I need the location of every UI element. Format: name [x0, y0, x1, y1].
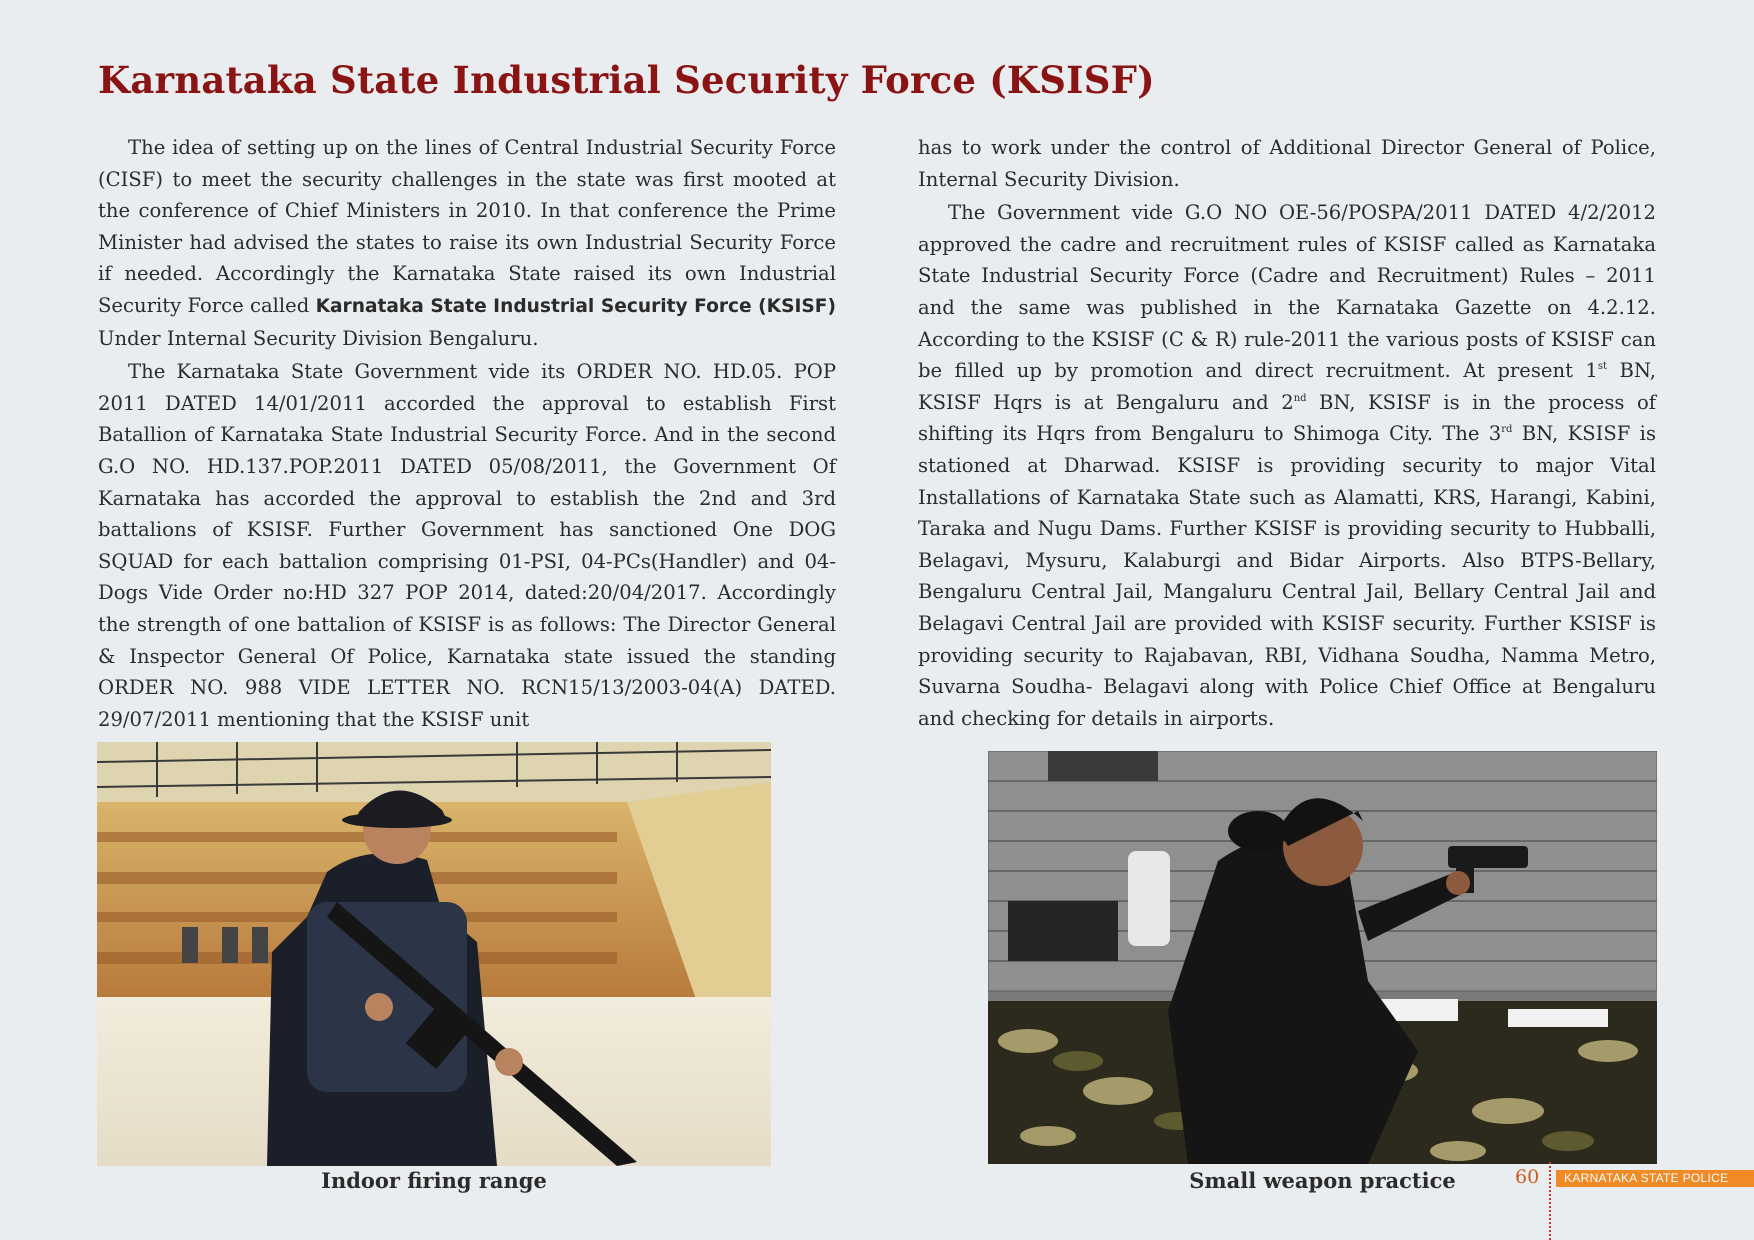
photo-caption: Indoor firing range	[321, 1168, 547, 1193]
footer-banner: KARNATAKA STATE POLICE	[1556, 1170, 1754, 1187]
superscript: nd	[1293, 392, 1307, 404]
superscript: st	[1597, 361, 1608, 373]
paragraph: The idea of setting up on the lines of C…	[98, 132, 836, 354]
left-text-column: The idea of setting up on the lines of C…	[98, 132, 836, 737]
paragraph: The Government vide G.O NO OE-56/POSPA/2…	[918, 197, 1656, 734]
right-text-column: has to work under the control of Additio…	[918, 132, 1656, 736]
paragraph: The Karnataka State Government vide its …	[98, 360, 836, 731]
weapon-practice-photo	[988, 751, 1657, 1164]
footer-divider	[1549, 1162, 1551, 1240]
paragraph-text: The idea of setting up on the lines of C…	[98, 136, 836, 317]
page-title: Karnataka State Industrial Security Forc…	[98, 58, 1155, 102]
firing-range-photo	[97, 742, 771, 1166]
paragraph-text: The Government vide G.O NO OE-56/POSPA/2…	[918, 201, 1656, 383]
paragraph-text: Under Internal Security Division Bengalu…	[98, 326, 539, 350]
superscript: rd	[1501, 424, 1513, 436]
page-number: 60	[1515, 1166, 1540, 1188]
paragraph: has to work under the control of Additio…	[918, 136, 1656, 191]
bold-text: Karnataka State Industrial Security Forc…	[315, 295, 836, 317]
paragraph-text: BN, KSISF is stationed at Dharwad. KSISF…	[918, 422, 1656, 730]
